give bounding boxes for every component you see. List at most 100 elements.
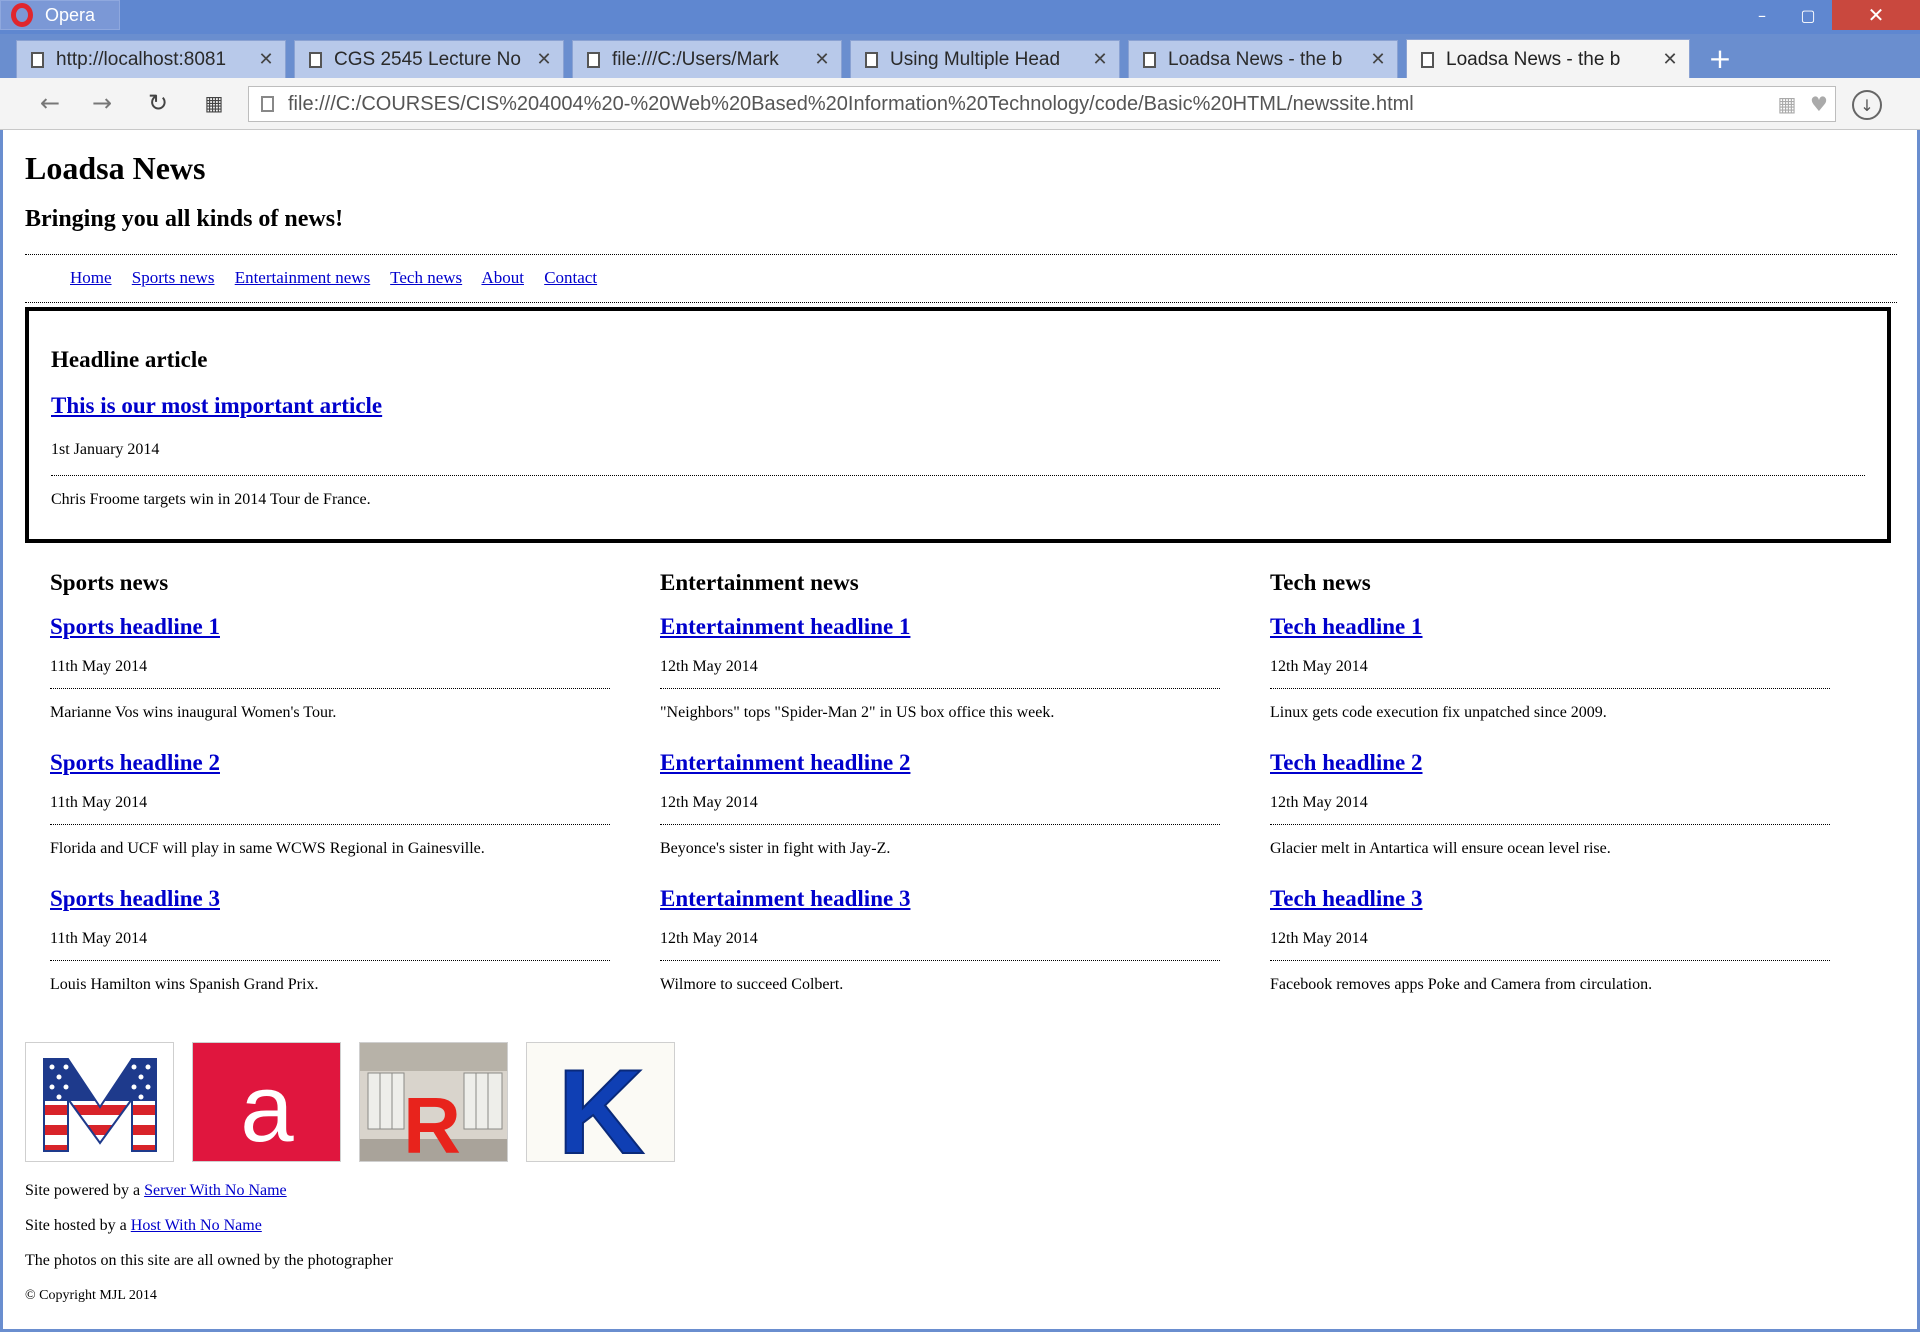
tab-cgs-lecture[interactable]: CGS 2545 Lecture No ✕ [294, 40, 564, 78]
close-window-button[interactable]: ✕ [1832, 0, 1920, 30]
nav-contact-link[interactable]: Contact [544, 268, 597, 287]
copyright: © Copyright MJL 2014 [25, 1288, 157, 1303]
article-date: 11th May 2014 [50, 930, 148, 947]
list-item: Tech headline 1 12th May 2014 Linux gets… [1270, 614, 1830, 750]
tab-close-icon[interactable]: ✕ [809, 49, 835, 70]
divider [50, 960, 610, 961]
divider [25, 254, 1897, 255]
article-link[interactable]: Entertainment headline 1 [660, 614, 910, 640]
tab-strip: http://localhost:8081 ✕ CGS 2545 Lecture… [0, 36, 1920, 79]
page-icon [261, 96, 274, 112]
address-bar[interactable]: file:///C:/COURSES/CIS%204004%20-%20Web%… [248, 86, 1836, 122]
headline-link[interactable]: This is our most important article [51, 393, 382, 419]
site-title: Loadsa News [25, 150, 206, 186]
tab-loadsa-news-1[interactable]: Loadsa News - the b ✕ [1128, 40, 1398, 78]
divider [660, 688, 1220, 689]
list-item: Sports headline 1 11th May 2014 Marianne… [50, 614, 610, 750]
logo-a-image: a [192, 1042, 341, 1162]
article-link[interactable]: Entertainment headline 2 [660, 750, 910, 776]
powered-by-line: Site powered by a Server With No Name [25, 1182, 287, 1200]
server-link[interactable]: Server With No Name [144, 1182, 287, 1199]
arrow-right-icon: → [91, 89, 113, 117]
tab-close-icon[interactable]: ✕ [1365, 49, 1391, 70]
nav-about-link[interactable]: About [481, 268, 524, 287]
headline-section-title: Headline article [51, 347, 208, 372]
tab-localhost[interactable]: http://localhost:8081 ✕ [16, 40, 286, 78]
article-link[interactable]: Sports headline 1 [50, 614, 220, 640]
article-link[interactable]: Tech headline 1 [1270, 614, 1423, 640]
article-link[interactable]: Tech headline 2 [1270, 750, 1423, 776]
divider [660, 960, 1220, 961]
hosted-prefix: Site hosted by a [25, 1217, 127, 1234]
headline-article: Headline article This is our most import… [25, 307, 1891, 543]
article-text: Marianne Vos wins inaugural Women's Tour… [50, 704, 337, 721]
logo-letter-a: a [240, 1055, 294, 1162]
divider [660, 824, 1220, 825]
tab-loadsa-news-active[interactable]: Loadsa News - the b ✕ [1406, 39, 1690, 79]
back-button[interactable]: ← [32, 86, 68, 120]
divider [50, 824, 610, 825]
maximize-button[interactable]: ▢ [1784, 0, 1832, 30]
tab-close-icon[interactable]: ✕ [1657, 49, 1683, 70]
grid-icon: ▦ [204, 91, 224, 115]
tab-close-icon[interactable]: ✕ [253, 49, 279, 70]
tab-label: Loadsa News - the b [1446, 48, 1621, 70]
column-title: Entertainment news [660, 570, 859, 595]
column-title: Tech news [1270, 570, 1371, 595]
document-icon [865, 51, 878, 68]
document-icon [1143, 51, 1156, 68]
opera-menu-button[interactable]: Opera [0, 0, 120, 30]
article-date: 11th May 2014 [50, 658, 148, 675]
article-text: Glacier melt in Antartica will ensure oc… [1270, 840, 1611, 857]
divider [50, 688, 610, 689]
arrow-left-icon: ← [39, 89, 61, 117]
nav-entertainment-link[interactable]: Entertainment news [235, 268, 371, 287]
reload-button[interactable]: ↻ [140, 86, 176, 120]
download-button[interactable]: ↓ [1852, 90, 1882, 120]
divider [1270, 824, 1830, 825]
photos-note: The photos on this site are all owned by… [25, 1252, 393, 1269]
nav-tech-link[interactable]: Tech news [390, 268, 462, 287]
tab-multiple-headers[interactable]: Using Multiple Head ✕ [850, 40, 1120, 78]
article-link[interactable]: Tech headline 3 [1270, 886, 1423, 912]
article-link[interactable]: Sports headline 2 [50, 750, 220, 776]
forward-button[interactable]: → [84, 86, 120, 120]
reload-icon: ↻ [147, 89, 169, 117]
article-date: 12th May 2014 [1270, 658, 1368, 675]
new-tab-button[interactable]: + [1700, 42, 1740, 75]
tab-label: http://localhost:8081 [56, 48, 227, 70]
tab-file-users[interactable]: file:///C:/Users/Mark ✕ [572, 40, 842, 78]
divider [25, 302, 1897, 303]
article-text: Florida and UCF will play in same WCWS R… [50, 840, 485, 857]
title-bar: Opera – ▢ ✕ [0, 0, 1920, 34]
article-date: 12th May 2014 [660, 658, 758, 675]
heart-icon[interactable]: ♥ [1803, 92, 1835, 116]
address-url[interactable]: file:///C:/COURSES/CIS%204004%20-%20Web%… [288, 93, 1771, 116]
divider [51, 475, 1865, 476]
article-date: 11th May 2014 [50, 794, 148, 811]
logo-r-image: R [359, 1042, 508, 1162]
headline-date: 1st January 2014 [51, 441, 160, 458]
article-link[interactable]: Sports headline 3 [50, 886, 220, 912]
list-item: Sports headline 2 11th May 2014 Florida … [50, 750, 610, 886]
tab-close-icon[interactable]: ✕ [531, 49, 557, 70]
speed-dial-button[interactable]: ▦ [196, 86, 232, 120]
tab-label: Using Multiple Head [890, 48, 1061, 70]
site-nav: Home Sports news Entertainment news Tech… [70, 268, 613, 288]
tab-label: CGS 2545 Lecture No [334, 48, 521, 70]
article-text: Louis Hamilton wins Spanish Grand Prix. [50, 976, 319, 993]
minimize-icon: – [1758, 5, 1766, 25]
tab-close-icon[interactable]: ✕ [1087, 49, 1113, 70]
host-link[interactable]: Host With No Name [131, 1217, 262, 1234]
article-text: Beyonce's sister in fight with Jay-Z. [660, 840, 891, 857]
list-item: Tech headline 2 12th May 2014 Glacier me… [1270, 750, 1830, 886]
grid-icon[interactable]: ▦ [1771, 92, 1803, 116]
divider [1270, 688, 1830, 689]
list-item: Tech headline 3 12th May 2014 Facebook r… [1270, 886, 1830, 1022]
article-link[interactable]: Entertainment headline 3 [660, 886, 910, 912]
app-name: Opera [45, 4, 96, 25]
nav-home-link[interactable]: Home [70, 268, 112, 287]
nav-sports-link[interactable]: Sports news [132, 268, 215, 287]
hosted-by-line: Site hosted by a Host With No Name [25, 1217, 262, 1235]
minimize-button[interactable]: – [1738, 0, 1786, 30]
